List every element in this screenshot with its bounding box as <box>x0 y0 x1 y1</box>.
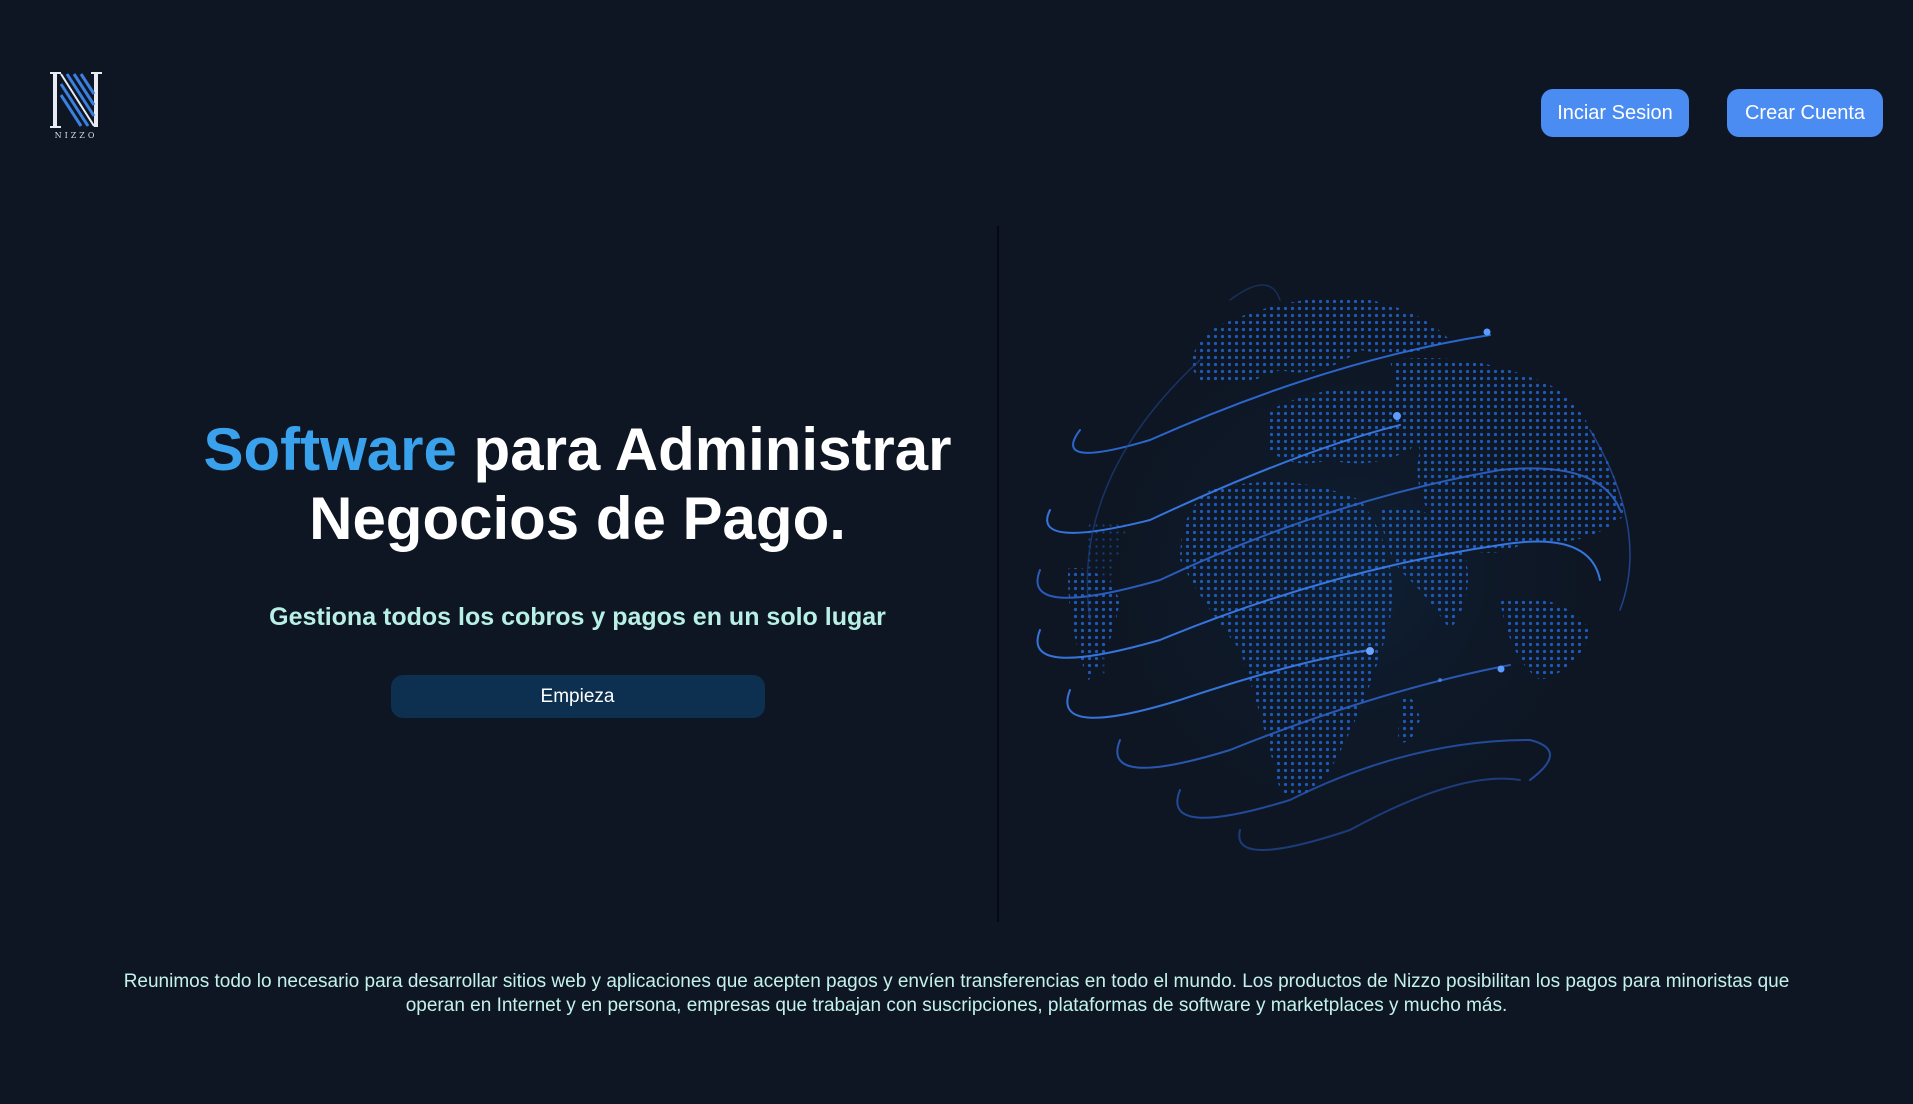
logo-caption: NIZZO <box>54 131 98 140</box>
hero-section: Software para Administrar Negocios de Pa… <box>150 415 1005 718</box>
hero-title-rest: para Administrar <box>456 416 952 483</box>
globe-icon <box>1036 275 1650 875</box>
get-started-button[interactable]: Empieza <box>390 675 765 718</box>
hero-title: Software para Administrar Negocios de Pa… <box>150 415 1005 553</box>
nizzo-logo[interactable]: NIZZO <box>50 70 102 144</box>
hero-subtitle: Gestiona todos los cobros y pagos en un … <box>269 603 886 631</box>
login-button[interactable]: Inciar Sesion <box>1541 89 1689 137</box>
hero-title-highlight: Software <box>203 416 457 483</box>
globe-illustration <box>1030 270 1670 880</box>
hero-title-line2: Negocios de Pago. <box>309 485 846 552</box>
logo-n-icon <box>50 72 102 128</box>
vertical-divider <box>997 226 999 922</box>
intro-description: Reunimos todo lo necesario para desarrol… <box>123 971 1790 1016</box>
signup-button[interactable]: Crear Cuenta <box>1727 89 1883 137</box>
